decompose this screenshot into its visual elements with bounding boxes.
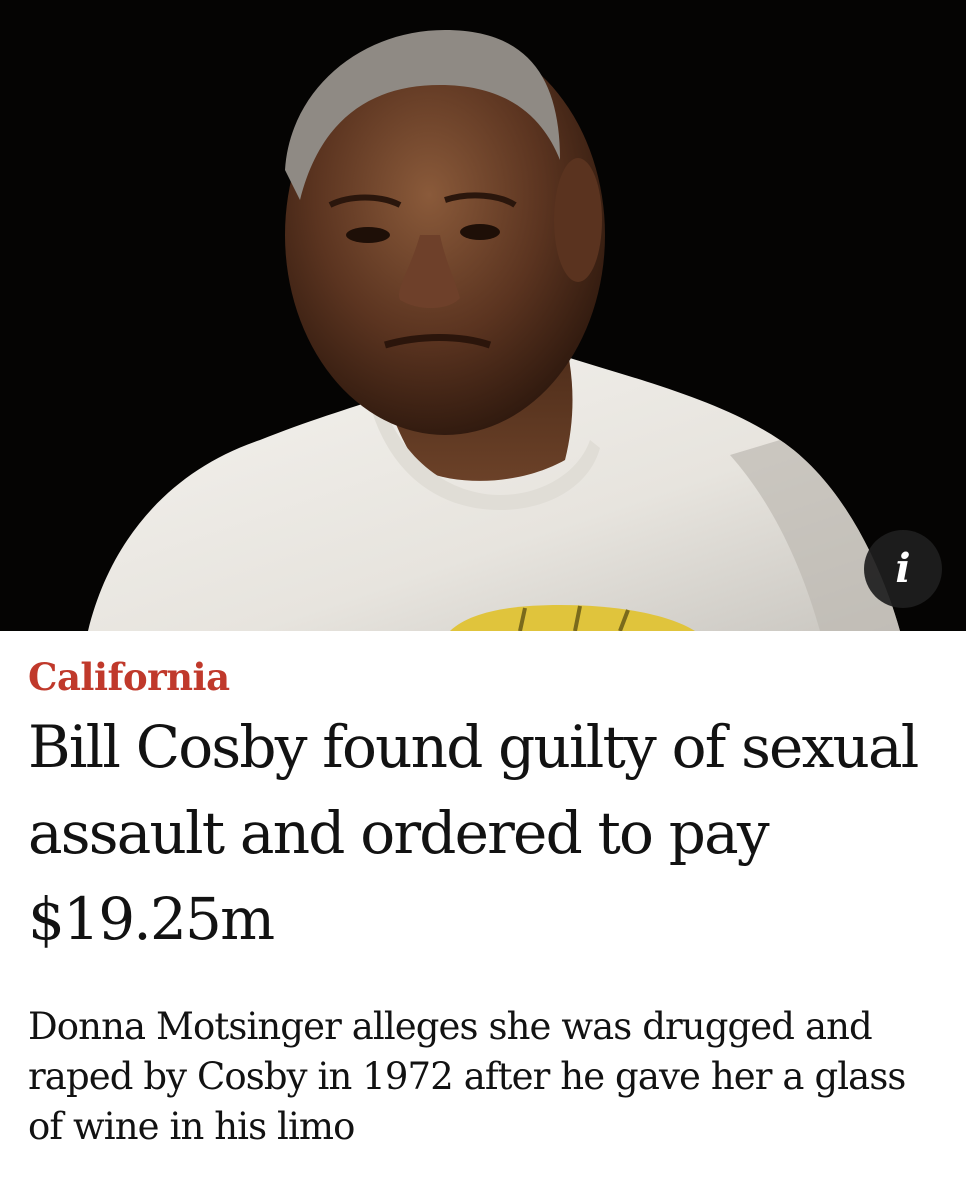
headline: Bill Cosby found guilty of sexual assaul… — [28, 713, 919, 953]
hero-image: i — [0, 0, 966, 631]
section-kicker[interactable]: California — [28, 652, 938, 702]
article-header: California Bill Cosby found guilty of se… — [28, 640, 938, 1152]
standfirst: Donna Motsinger alleges she was drugged … — [28, 1005, 906, 1148]
info-icon: i — [895, 545, 911, 592]
hero-photo — [0, 0, 966, 631]
image-info-button[interactable]: i — [864, 530, 942, 608]
